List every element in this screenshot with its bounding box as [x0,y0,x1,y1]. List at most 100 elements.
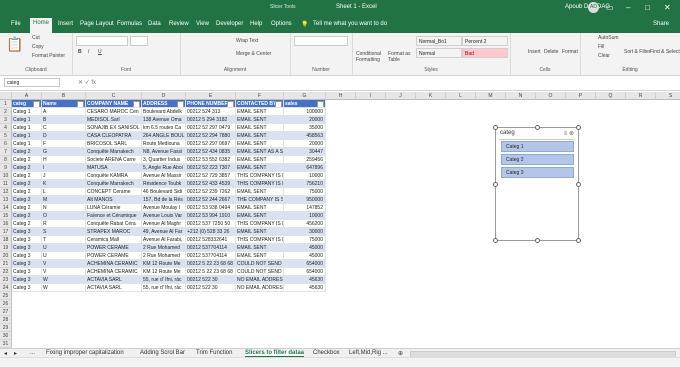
table-cell[interactable]: U [42,252,86,260]
tab-page-layout[interactable]: Page Layout [77,19,117,29]
table-header-cell[interactable]: CONTACTED BY [236,100,284,108]
table-cell[interactable]: THIS COMPANY IS I [236,180,284,188]
table-cell[interactable]: 45630 [284,284,326,292]
table-cell[interactable]: EMAIL SENT [236,108,284,116]
row-header[interactable]: 22 [0,268,12,276]
table-cell[interactable]: THIS COMPANY IS I [236,236,284,244]
tell-me-search[interactable]: Tell me what you want to do [310,19,390,29]
table-cell[interactable]: Categ 2 [12,172,42,180]
paste-button[interactable]: 📋 [6,36,23,53]
table-cell[interactable]: B [42,116,86,124]
table-cell[interactable]: 45000 [284,252,326,260]
table-cell[interactable]: POWER CERAME [86,252,142,260]
table-cell[interactable]: 55, rue d' Ifni, ràc [142,276,186,284]
scroll-tabs-left-icon[interactable]: ◂ [4,350,7,357]
share-button[interactable]: Share [650,19,672,29]
table-cell[interactable]: Categ 3 [12,268,42,276]
table-cell[interactable]: BRICOSOL SARL [86,140,142,148]
table-cell[interactable]: M [42,196,86,204]
table-cell[interactable]: G [42,148,86,156]
row-header[interactable]: 24 [0,284,12,292]
table-cell[interactable]: Categ 2 [12,180,42,188]
table-cell[interactable]: Categ 2 [12,188,42,196]
filter-dropdown-icon[interactable] [317,101,324,107]
table-cell[interactable]: 647896 [284,164,326,172]
table-cell[interactable]: EMAIL SENT AS A S [236,148,284,156]
cell-style-normal[interactable]: Normal [416,48,462,58]
table-cell[interactable]: EMAIL SENT [236,252,284,260]
table-cell[interactable]: 950000 [284,196,326,204]
table-cell[interactable]: 00212 522 30 [186,284,236,292]
slicer-item-categ-1[interactable]: Categ 1 [501,141,574,152]
sort-filter-button[interactable]: Sort & Filter [624,49,650,55]
table-cell[interactable]: 00212 5 22 23 68 68 [186,260,236,268]
cell-style-bad[interactable]: Bad [462,48,508,58]
column-header-m[interactable]: M [476,92,506,100]
table-cell[interactable]: W [42,276,86,284]
table-cell[interactable]: km 6.5 routes Ca [142,124,186,132]
number-format-select[interactable] [294,36,348,46]
resize-handle-top-right[interactable] [576,125,581,130]
table-cell[interactable]: 5, Angle Rue Aboi [142,164,186,172]
row-header[interactable]: 6 [0,140,12,148]
table-cell[interactable]: 00212 52 223 7307 [186,164,236,172]
table-cell[interactable]: Categ 3 [12,276,42,284]
table-cell[interactable]: Categ 3 [12,228,42,236]
table-cell[interactable]: EMAIL SENT [236,204,284,212]
column-header-e[interactable]: E [186,92,236,100]
find-select-button[interactable]: Find & Select [650,49,680,55]
table-cell[interactable]: NO EMAIL ADDRES [236,284,284,292]
row-header[interactable]: 7 [0,148,12,156]
table-cell[interactable]: 30000 [284,228,326,236]
filter-dropdown-icon[interactable] [227,101,234,107]
table-cell[interactable]: Categ 2 [12,204,42,212]
sheet-tab-left-mid-right[interactable]: Left,Mid,Rig ... [349,350,388,356]
row-header[interactable]: 4 [0,124,12,132]
table-cell[interactable]: 00212 5 22 23 68 68 [186,268,236,276]
table-cell[interactable]: 00212 52 239 7262 [186,188,236,196]
table-cell[interactable]: 456200 [284,220,326,228]
table-cell[interactable]: 157, Bd de la Rés [142,196,186,204]
tab-file[interactable]: File [8,19,24,29]
resize-handle-bottom[interactable] [535,238,540,243]
table-cell[interactable]: Categ 2 [12,148,42,156]
slicer-item-categ-3[interactable]: Categ 3 [501,167,574,178]
table-cell[interactable]: 3, Quartier Indus [142,156,186,164]
minimize-icon[interactable]: – [626,3,630,12]
resize-handle-bottom-left[interactable] [493,238,498,243]
column-header-c[interactable]: C [86,92,142,100]
filter-dropdown-icon[interactable] [77,101,84,107]
column-header-l[interactable]: L [446,92,476,100]
table-cell[interactable]: Conquête Marrakech [86,180,142,188]
table-cell[interactable]: Conquête KAMRA [86,172,142,180]
table-cell[interactable]: 30447 [284,148,326,156]
filter-dropdown-icon[interactable] [275,101,282,107]
table-cell[interactable]: EMAIL SENT [236,140,284,148]
table-cell[interactable]: J [42,172,86,180]
table-cell[interactable]: 00212 537704114 [186,244,236,252]
table-cell[interactable]: Categ 1 [12,140,42,148]
autosum-button[interactable]: AutoSum [598,35,619,41]
table-cell[interactable]: 35000 [284,124,326,132]
table-cell[interactable]: Categ 3 [12,244,42,252]
column-header-b[interactable]: B [42,92,86,100]
wrap-text-button[interactable]: Wrap Text [236,38,258,44]
table-cell[interactable]: ACTAVIA SARL [86,284,142,292]
table-cell[interactable]: EMAIL SENT [236,164,284,172]
fill-button[interactable]: Fill [598,44,604,50]
table-cell[interactable]: CASA CLEOPATRA [86,132,142,140]
table-cell[interactable]: H [42,156,86,164]
close-icon[interactable]: ✕ [664,3,671,12]
table-cell[interactable]: S [42,228,86,236]
column-header-q[interactable]: Q [596,92,626,100]
table-cell[interactable]: 00212 5 294 3182 [186,116,236,124]
table-cell[interactable]: 00212 53 938 0494 [186,204,236,212]
table-cell[interactable]: EMAIL SENT [236,188,284,196]
table-cell[interactable]: 458563 [284,132,326,140]
copy-button[interactable]: Copy [32,44,44,50]
table-cell[interactable]: 147852 [284,204,326,212]
table-cell[interactable]: Alt MANOS [86,196,142,204]
column-header-k[interactable]: K [416,92,446,100]
row-header[interactable]: 23 [0,276,12,284]
table-cell[interactable]: EMAIL SENT [236,116,284,124]
